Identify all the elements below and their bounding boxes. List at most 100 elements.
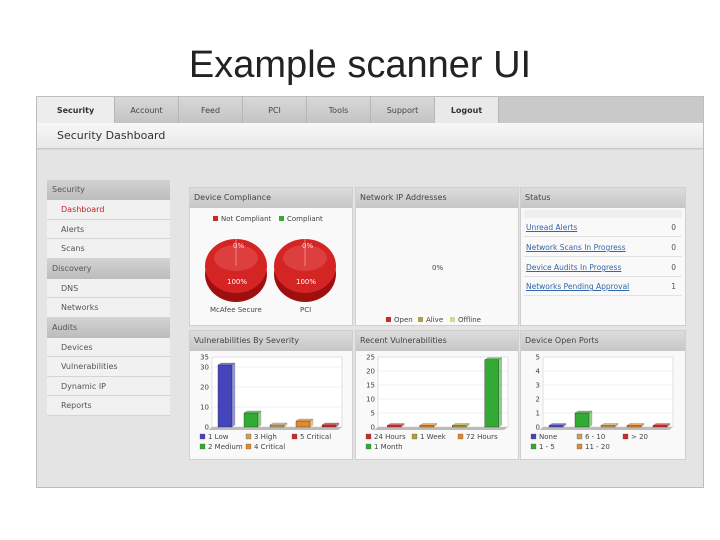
legend-swatch-alive: [418, 317, 423, 322]
tab-account[interactable]: Account: [115, 97, 179, 123]
bar-1-5[interactable]: [574, 410, 593, 428]
legend-label-3-high: 3 High: [254, 433, 277, 441]
bar-1-low[interactable]: [217, 362, 236, 428]
network-scans-link[interactable]: Network Scans In Progress: [526, 243, 626, 252]
pie-top-label: 0%: [233, 242, 244, 250]
y-tick-label: 0: [536, 424, 540, 432]
bar-1-month[interactable]: [484, 357, 503, 428]
legend-swatch: [365, 443, 372, 450]
recent-vulns-chart: 0 5 10 15 20 25 24 Hours 1 Week 72 Hours 1 Month: [365, 354, 509, 451]
y-tick-label: 0: [205, 424, 209, 432]
status-count: 0: [671, 263, 676, 272]
sidebar-item-networks[interactable]: Networks: [47, 298, 170, 318]
panel-title: Network IP Addresses: [356, 188, 518, 208]
status-count: 0: [671, 243, 676, 252]
tab-pci[interactable]: PCI: [243, 97, 307, 123]
legend-swatch: [199, 433, 206, 440]
legend-swatch: [530, 433, 537, 440]
tab-support[interactable]: Support: [371, 97, 435, 123]
pie-pci[interactable]: 0% 100%: [274, 239, 336, 302]
legend-offline: Offline: [458, 316, 481, 324]
legend-swatch-open: [386, 317, 391, 322]
legend-label-none: None: [539, 433, 557, 441]
bar-11-20[interactable]: [626, 423, 645, 428]
legend-swatch: [622, 433, 629, 440]
sidebar-item-devices[interactable]: Devices: [47, 337, 170, 357]
bar-2-medium[interactable]: [243, 410, 262, 428]
pie-top-label: 0%: [302, 242, 313, 250]
y-tick-label: 0: [371, 424, 375, 432]
dashboard-header: Security Dashboard: [37, 123, 703, 149]
tab-logout[interactable]: Logout: [435, 97, 499, 123]
y-tick-label: 10: [200, 404, 209, 412]
legend-swatch-compliant: [279, 216, 284, 221]
legend-compliant: Compliant: [287, 215, 323, 223]
tab-security[interactable]: Security: [37, 97, 115, 123]
legend-swatch: [245, 433, 252, 440]
unread-alerts-link[interactable]: Unread Alerts: [526, 223, 577, 232]
sidebar-item-vulnerabilities[interactable]: Vulnerabilities: [47, 357, 170, 377]
status-count: 1: [671, 282, 676, 291]
networks-pending-link[interactable]: Networks Pending Approval: [526, 282, 629, 291]
bar-20[interactable]: [652, 423, 671, 428]
pie-caption-pci: PCI: [300, 306, 311, 314]
legend-label-24-hours: 24 Hours: [374, 433, 406, 441]
sidebar-item-dashboard[interactable]: Dashboard: [47, 200, 170, 220]
legend-label-1-5: 1 - 5: [539, 443, 555, 451]
bar-5-critical[interactable]: [321, 422, 340, 428]
network-ip-center-label: 0%: [432, 264, 443, 272]
legend-alive: Alive: [426, 316, 443, 324]
chart-floor: [374, 427, 508, 430]
bar-1-week[interactable]: [451, 423, 470, 428]
pie-bottom-label: 100%: [227, 278, 247, 286]
panel-title: Device Compliance: [190, 188, 352, 208]
legend-swatch: [199, 443, 206, 450]
pie-bottom-label: 100%: [296, 278, 316, 286]
panel-title: Vulnerabilities By Severity: [190, 331, 352, 351]
legend-swatch: [291, 433, 298, 440]
legend-label-1-low: 1 Low: [208, 433, 229, 441]
y-tick-label: 3: [536, 382, 540, 390]
bar-4-critical[interactable]: [295, 418, 314, 428]
y-tick-label: 1: [536, 410, 540, 418]
sidebar-item-dynamic-ip[interactable]: Dynamic IP: [47, 376, 170, 396]
legend-label-20: > 20: [631, 433, 648, 441]
chart-floor: [539, 427, 673, 430]
panel-title: Status: [521, 188, 685, 208]
legend-swatch: [576, 433, 583, 440]
legend-swatch: [245, 443, 252, 450]
legend-swatch: [576, 443, 583, 450]
sidebar-item-alerts[interactable]: Alerts: [47, 219, 170, 239]
tab-feed[interactable]: Feed: [179, 97, 243, 123]
bar-72-hours[interactable]: [419, 423, 438, 428]
y-tick-label: 2: [536, 396, 540, 404]
y-tick-label: 20: [366, 368, 375, 376]
vuln-severity-chart: 0 10 20 30 35 1 Low 3 High 5 Critical 2 Medium 4 …: [199, 354, 343, 451]
sidebar: Security Dashboard Alerts Scans Discover…: [47, 180, 170, 416]
bar-24-hours[interactable]: [386, 423, 405, 428]
status-row-device-audits: Device Audits In Progress 0: [524, 258, 682, 277]
legend-swatch: [365, 433, 372, 440]
legend-swatch: [457, 433, 464, 440]
sidebar-item-reports[interactable]: Reports: [47, 396, 170, 416]
status-row-unread-alerts: Unread Alerts 0: [524, 218, 682, 237]
bar-3-high[interactable]: [269, 422, 288, 428]
device-audits-link[interactable]: Device Audits In Progress: [526, 263, 621, 272]
legend-label-1-month: 1 Month: [374, 443, 403, 451]
legend-not-compliant: Not Compliant: [221, 215, 272, 223]
legend-swatch-offline: [450, 317, 455, 322]
bar-6-10[interactable]: [600, 423, 619, 428]
chart-floor: [208, 427, 342, 430]
device-compliance-chart: Not Compliant Compliant 0% 100% McAfee S…: [205, 215, 336, 314]
legend-swatch: [530, 443, 537, 450]
pie-mcafee-secure[interactable]: 0% 100%: [205, 239, 267, 302]
sidebar-item-scans[interactable]: Scans: [47, 239, 170, 259]
tab-tools[interactable]: Tools: [307, 97, 371, 123]
y-tick-label: 10: [366, 396, 375, 404]
network-ip-panel: Network IP Addresses 0% Open Alive Offli…: [355, 187, 519, 326]
status-count: 0: [671, 223, 676, 232]
y-tick-label: 20: [200, 384, 209, 392]
sidebar-item-dns[interactable]: DNS: [47, 278, 170, 298]
status-row-networks-pending: Networks Pending Approval 1: [524, 277, 682, 296]
bar-none[interactable]: [548, 423, 567, 428]
